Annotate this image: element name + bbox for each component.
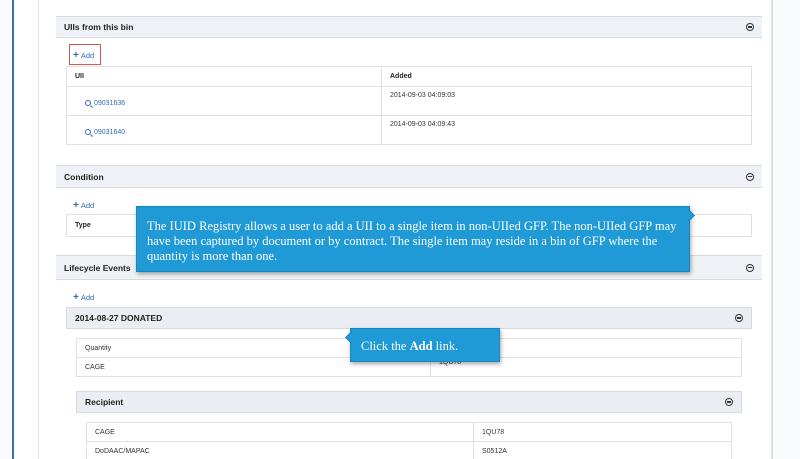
collapse-icon[interactable] bbox=[735, 314, 743, 322]
table-row: DoDAAC/MAPAC S0512A bbox=[86, 441, 732, 459]
instruction-callout: Click the Add link. bbox=[350, 328, 500, 362]
column-header-uii: UII bbox=[66, 66, 382, 87]
lifecycle-add-link[interactable]: + Add bbox=[73, 291, 95, 303]
collapse-icon[interactable] bbox=[746, 23, 754, 31]
uiis-panel-header[interactable]: UIIs from this bin bbox=[56, 16, 762, 38]
collapse-icon[interactable] bbox=[746, 263, 754, 272]
instruction-bold: Add bbox=[409, 339, 433, 353]
right-sidebar bbox=[772, 0, 800, 459]
info-callout: The IUID Registry allows a user to add a… bbox=[136, 206, 690, 272]
info-callout-text: The IUID Registry allows a user to add a… bbox=[147, 219, 677, 263]
uiis-panel-title: UIIs from this bin bbox=[64, 22, 134, 32]
added-cell: 2014-09-03 04:09:43 bbox=[381, 115, 752, 145]
uiis-add-label: Add bbox=[80, 51, 95, 60]
condition-add-link[interactable]: + Add bbox=[73, 199, 95, 211]
uii-link[interactable]: 09031640 bbox=[75, 129, 125, 136]
plus-icon: + bbox=[73, 291, 79, 303]
condition-panel-title: Condition bbox=[64, 171, 104, 182]
recipient-title: Recipient bbox=[85, 397, 124, 407]
uiis-add-link[interactable]: + Add bbox=[73, 49, 95, 61]
dodaac-value: S0512A bbox=[473, 441, 732, 459]
event-panel-header[interactable]: 2014-08-27 DONATED bbox=[66, 307, 752, 329]
column-header-added: Added bbox=[381, 66, 752, 87]
lifecycle-add-label: Add bbox=[80, 293, 95, 302]
uii-link[interactable]: 09031636 bbox=[75, 100, 125, 107]
recipient-cage-label: CAGE bbox=[86, 422, 474, 442]
table-row: CAGE 1QU78 bbox=[86, 422, 732, 442]
lifecycle-panel-title: Lifecycle Events bbox=[64, 262, 131, 273]
added-cell: 2014-09-03 04:09:03 bbox=[381, 86, 752, 116]
table-row: 09031636 2014-09-03 04:09:03 bbox=[66, 86, 752, 116]
search-icon bbox=[85, 100, 91, 107]
table-header-row: UII Added bbox=[66, 66, 752, 87]
collapse-icon[interactable] bbox=[725, 398, 733, 406]
uiis-table: UII Added 09031636 2014-09-03 04:09:03 0… bbox=[66, 66, 752, 145]
recipient-panel-header[interactable]: Recipient bbox=[76, 391, 742, 413]
plus-icon: + bbox=[73, 49, 79, 61]
dodaac-label: DoDAAC/MAPAC bbox=[86, 441, 474, 459]
collapse-icon[interactable] bbox=[746, 172, 754, 181]
search-icon bbox=[85, 129, 91, 136]
condition-panel-header[interactable]: Condition bbox=[56, 165, 762, 188]
event-title: 2014-08-27 DONATED bbox=[75, 313, 163, 323]
recipient-table: CAGE 1QU78 DoDAAC/MAPAC S0512A bbox=[86, 422, 732, 459]
plus-icon: + bbox=[73, 199, 79, 211]
recipient-cage-value: 1QU78 bbox=[473, 422, 732, 442]
table-row: 09031640 2014-09-03 04:09:43 bbox=[66, 115, 752, 145]
condition-add-label: Add bbox=[80, 201, 95, 210]
left-sidebar bbox=[0, 0, 14, 459]
